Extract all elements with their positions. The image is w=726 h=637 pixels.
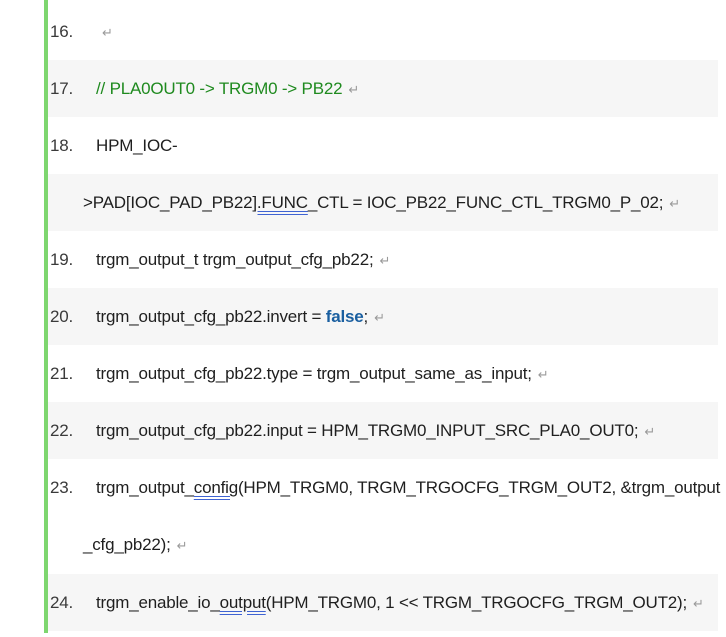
code-text: trgm_output_t trgm_output_cfg_pb22; ↵ [96, 231, 390, 288]
code-text: // PLA0OUT0 -> TRGM0 -> PB22 ↵ [96, 60, 359, 117]
code-text: trgm_enable_io_output(HPM_TRGM0, 1 << TR… [96, 574, 704, 631]
line-number: 24. [50, 593, 74, 612]
line-number: 20. [50, 307, 74, 326]
code-token: (HPM_TRGM0, TRGM_TRGOCFG_TRGM_OUT2, &trg… [237, 478, 721, 497]
code-text: _cfg_pb22); ↵ [83, 516, 187, 573]
return-mark-icon: ↵ [176, 538, 188, 553]
return-mark-icon: ↵ [669, 196, 680, 211]
code-keyword: false [325, 307, 364, 326]
code-line-16: 16. ↵ [48, 3, 718, 60]
code-text: trgm_output_config(HPM_TRGM0, TRGM_TRGOC… [96, 459, 720, 516]
code-line-22: 22. trgm_output_cfg_pb22.input = HPM_TRG… [48, 402, 718, 459]
line-number: 16. [50, 22, 74, 41]
line-number: 18. [50, 136, 74, 155]
return-mark-icon: ↵ [537, 367, 549, 382]
return-mark-icon: ↵ [374, 310, 385, 325]
code-token: trgm_output_cfg_pb22.input = HPM_TRGM0_I… [96, 421, 639, 440]
line-number: 21. [50, 364, 74, 383]
line-number: 22. [50, 421, 74, 440]
code-line-21: 21. trgm_output_cfg_pb22.type = trgm_out… [48, 345, 718, 402]
code-line-18-continued: >PAD[IOC_PAD_PB22].FUNC_CTL = IOC_PB22_F… [48, 174, 718, 231]
code-line-20: 20. trgm_output_cfg_pb22.invert = false;… [48, 288, 718, 345]
code-line-18: 18. HPM_IOC- [48, 117, 718, 174]
return-mark-icon: ↵ [644, 424, 656, 439]
code-token: _CTL = IOC_PB22_FUNC_CTL_TRGM0_P_02; [307, 193, 664, 212]
code-line-23: 23. trgm_output_config(HPM_TRGM0, TRGM_T… [48, 459, 720, 516]
code-text: >PAD[IOC_PAD_PB22].FUNC_CTL = IOC_PB22_F… [83, 174, 680, 231]
return-mark-icon: ↵ [348, 82, 360, 97]
code-line-19: 19. trgm_output_t trgm_output_cfg_pb22; ↵ [48, 231, 718, 288]
code-token-underlined: config [193, 478, 238, 497]
code-token-underlined: output [219, 593, 266, 612]
code-text: trgm_output_cfg_pb22.type = trgm_output_… [96, 345, 549, 402]
code-token: trgm_output_cfg_pb22.type = trgm_output_… [96, 364, 532, 383]
code-token: >PAD[IOC_PAD_PB22 [83, 193, 253, 212]
code-token: trgm_output_cfg_pb22.invert = [96, 307, 326, 326]
code-text: ↵ [96, 3, 113, 60]
line-number: 17. [50, 79, 74, 98]
line-number: 19. [50, 250, 74, 269]
code-token: ; [363, 307, 369, 326]
code-comment: // PLA0OUT0 -> TRGM0 -> PB22 [96, 79, 343, 98]
code-token: trgm_output_t trgm_output_cfg_pb22; [96, 250, 374, 269]
code-line-24: 24. trgm_enable_io_output(HPM_TRGM0, 1 <… [48, 574, 718, 631]
code-line-17: 17. // PLA0OUT0 -> TRGM0 -> PB22 ↵ [48, 60, 718, 117]
line-number: 23. [50, 478, 74, 497]
code-line-23-continued: _cfg_pb22); ↵ [48, 516, 718, 573]
code-text: HPM_IOC- [96, 117, 178, 174]
code-token: trgm_enable_io_ [96, 593, 220, 612]
code-token: trgm_output_ [96, 478, 194, 497]
code-token: _cfg_pb22); [83, 535, 171, 554]
code-text: trgm_output_cfg_pb22.input = HPM_TRGM0_I… [96, 402, 655, 459]
code-text: trgm_output_cfg_pb22.invert = false; ↵ [96, 288, 385, 345]
return-mark-icon: ↵ [693, 596, 704, 611]
code-token: (HPM_TRGM0, 1 << TRGM_TRGOCFG_TRGM_OUT2)… [265, 593, 687, 612]
code-block: 16. ↵ 17. // PLA0OUT0 -> TRGM0 -> PB22 ↵ … [44, 0, 720, 633]
code-token: HPM_IOC- [96, 136, 178, 155]
return-mark-icon: ↵ [379, 253, 391, 268]
code-token-underlined: ].FUNC [252, 193, 308, 212]
return-mark-icon: ↵ [102, 25, 113, 40]
